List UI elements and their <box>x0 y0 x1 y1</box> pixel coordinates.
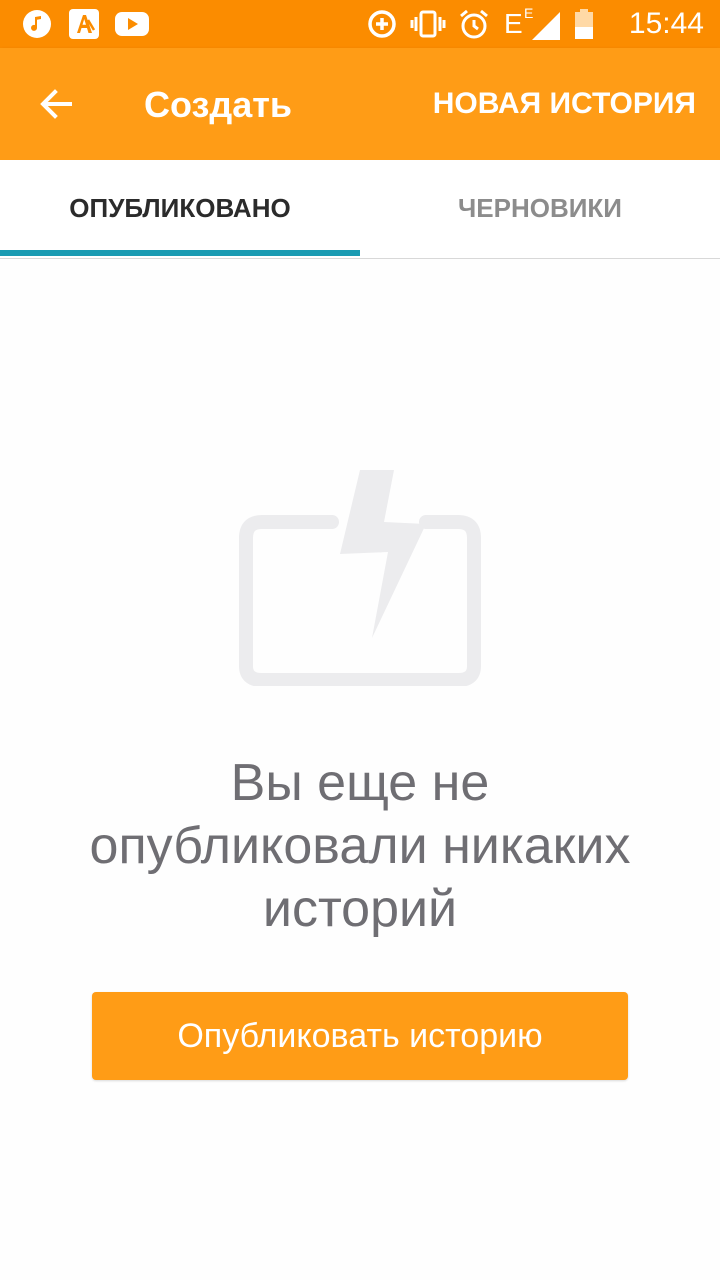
empty-state-line-1: Вы еще не <box>230 754 490 812</box>
app-icon <box>68 8 100 40</box>
tab-drafts[interactable]: ЧЕРНОВИКИ <box>360 160 720 256</box>
status-bar: E E 15:44 <box>0 0 720 48</box>
music-icon <box>22 8 52 40</box>
app-bar: Создать НОВАЯ ИСТОРИЯ <box>0 48 720 160</box>
battery-icon <box>574 8 594 40</box>
status-time: 15:44 <box>628 7 704 40</box>
empty-state-line-2: опубликовали никаких <box>89 817 631 875</box>
empty-state-line-3: историй <box>262 880 458 938</box>
signal-icon: E E <box>504 5 560 40</box>
youtube-icon <box>114 8 150 40</box>
tab-published[interactable]: ОПУБЛИКОВАНО <box>0 160 360 256</box>
network-type-label: E <box>504 8 523 39</box>
vibrate-icon <box>410 8 446 40</box>
tab-indicator <box>0 250 360 256</box>
tab-bar: ОПУБЛИКОВАНО ЧЕРНОВИКИ <box>0 160 720 259</box>
publish-story-button[interactable]: Опубликовать историю <box>92 992 628 1080</box>
publish-story-button-label: Опубликовать историю <box>177 1016 543 1055</box>
alarm-icon <box>458 8 490 40</box>
page-title: Создать <box>144 84 293 125</box>
empty-state-message: Вы еще не опубликовали никаких историй <box>40 752 680 941</box>
data-saver-icon <box>366 8 398 40</box>
back-button[interactable] <box>24 72 88 136</box>
arrow-back-icon <box>40 89 72 119</box>
new-story-button[interactable]: НОВАЯ ИСТОРИЯ <box>433 86 696 122</box>
story-lightning-icon <box>236 466 484 687</box>
